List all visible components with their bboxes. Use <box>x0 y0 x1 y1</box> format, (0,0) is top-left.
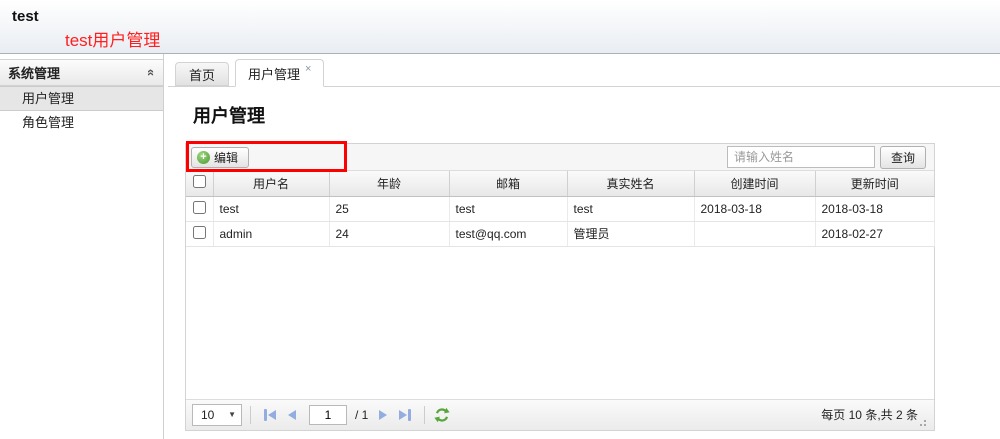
page-total-label: / 1 <box>355 407 369 422</box>
tab-user-management-label: 用户管理 <box>248 66 301 82</box>
brand-logo: test <box>12 8 39 25</box>
close-icon[interactable]: × <box>305 63 311 75</box>
cell-age: 25 <box>329 196 450 222</box>
cell-age: 24 <box>329 221 450 247</box>
cell-username: admin <box>213 221 330 247</box>
tab-bar: 首页 用户管理 × <box>168 54 1000 87</box>
cell-email: test <box>449 196 568 222</box>
table-header-row: 用户名 年龄 邮箱 真实姓名 创建时间 更新时间 <box>186 171 934 197</box>
row-checkbox[interactable] <box>192 200 206 214</box>
main-panel: 首页 用户管理 × 用户管理 + 编辑 请输入姓名 查询 用户名 年龄 邮箱 真… <box>168 54 1000 439</box>
sidebar-item-user-management[interactable]: 用户管理 <box>0 86 163 111</box>
page-title: 用户管理 <box>193 106 265 126</box>
column-header-username[interactable]: 用户名 <box>213 171 330 197</box>
cell-realname: test <box>567 196 695 222</box>
tab-home[interactable]: 首页 <box>175 62 230 86</box>
column-header-realname[interactable]: 真实姓名 <box>567 171 695 197</box>
cell-username: test <box>213 196 330 222</box>
next-page-button[interactable] <box>372 404 394 426</box>
page-number-input[interactable] <box>309 404 347 425</box>
column-header-email[interactable]: 邮箱 <box>449 171 568 197</box>
accordion-header-system-management[interactable]: 系统管理 « <box>0 59 163 86</box>
user-table: 用户名 年龄 邮箱 真实姓名 创建时间 更新时间 test 25 test te… <box>186 171 935 247</box>
grid-empty-area <box>186 246 934 399</box>
cell-realname: 管理员 <box>567 221 695 247</box>
pager-summary: 每页 10 条,共 2 条 <box>821 408 918 422</box>
cell-email: test@qq.com <box>449 221 568 247</box>
cell-created <box>694 221 816 247</box>
datagrid-panel: + 编辑 查询 <box>185 141 935 431</box>
table-row[interactable]: admin 24 test@qq.com 管理员 2018-02-27 <box>186 221 935 247</box>
cell-created: 2018-03-18 <box>694 196 816 222</box>
page-subtitle: test用户管理 <box>65 31 161 50</box>
first-page-button[interactable] <box>259 404 281 426</box>
tab-home-label: 首页 <box>189 67 216 83</box>
search-input[interactable] <box>726 146 875 168</box>
page-size-value: 10 <box>201 407 215 422</box>
accordion-title: 系统管理 <box>8 66 61 81</box>
sidebar-item-role-management[interactable]: 角色管理 <box>0 111 163 136</box>
page-size-select[interactable]: 10 ▼ <box>192 403 242 426</box>
top-header: test test用户管理 <box>0 0 1000 54</box>
app-window: test test用户管理 系统管理 « 用户管理 角色管理 首页 用户管理 × <box>0 0 1000 439</box>
column-header-age[interactable]: 年龄 <box>329 171 450 197</box>
tab-user-management[interactable]: 用户管理 × <box>235 59 325 87</box>
refresh-icon[interactable] <box>433 406 451 424</box>
select-all-checkbox[interactable] <box>192 175 206 189</box>
pagination-bar: 10 ▼ / 1 <box>186 398 934 430</box>
last-page-button[interactable] <box>394 404 416 426</box>
cell-updated: 2018-02-27 <box>815 221 935 247</box>
divider <box>424 405 426 424</box>
caret-down-icon: ▼ <box>228 410 236 419</box>
collapse-icon[interactable]: « <box>144 69 159 76</box>
table-row[interactable]: test 25 test test 2018-03-18 2018-03-18 <box>186 196 935 222</box>
cell-updated: 2018-03-18 <box>815 196 935 222</box>
sidebar: 系统管理 « 用户管理 角色管理 <box>0 54 164 439</box>
tab-content: 用户管理 + 编辑 查询 <box>168 102 1000 431</box>
resize-grip <box>924 423 926 426</box>
datagrid-toolbar: + 编辑 查询 <box>186 144 934 171</box>
row-checkbox[interactable] <box>192 225 206 239</box>
edit-button[interactable]: + 编辑 <box>191 146 250 168</box>
query-button[interactable]: 查询 <box>879 145 926 169</box>
add-icon: + <box>197 150 210 164</box>
column-header-updated[interactable]: 更新时间 <box>815 171 934 197</box>
divider <box>250 405 251 424</box>
edit-button-label: 编辑 <box>214 150 239 165</box>
column-header-created[interactable]: 创建时间 <box>694 171 816 197</box>
prev-page-button[interactable] <box>281 404 303 426</box>
